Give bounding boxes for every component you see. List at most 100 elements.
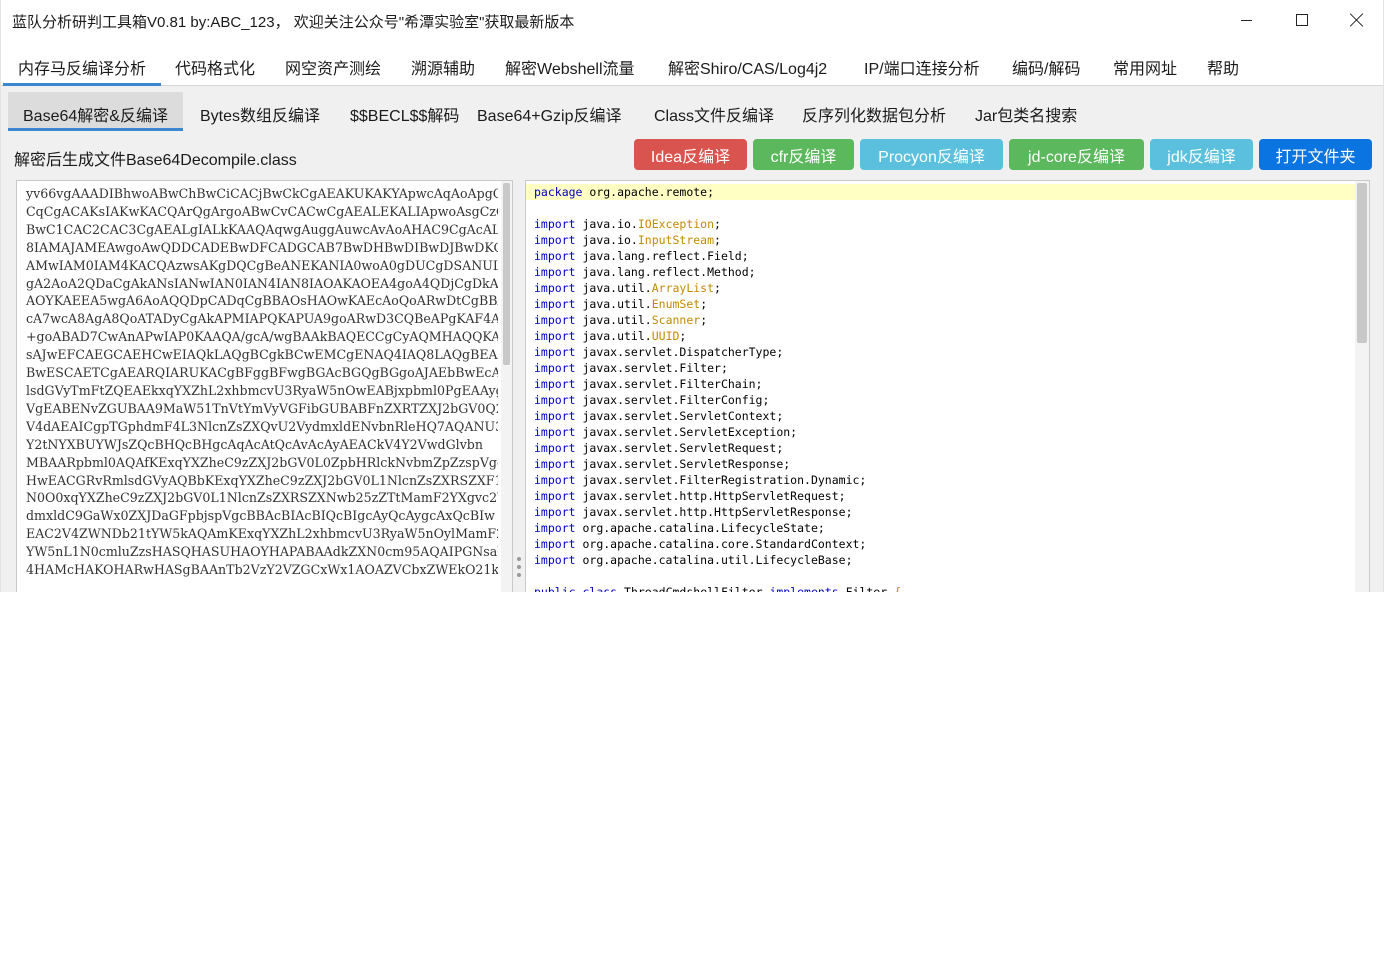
code-line: import org.apache.catalina.core.Standard… — [526, 536, 1356, 552]
open-folder-button[interactable]: 打开文件夹 — [1259, 139, 1372, 170]
code-class-name: ArrayList — [651, 281, 715, 295]
tab-ip-port-analysis[interactable]: IP/端口连接分析 — [849, 40, 995, 86]
code-line: import javax.servlet.DispatcherType; — [526, 344, 1356, 360]
panel-splitter[interactable] — [514, 555, 524, 579]
code-keyword: import — [534, 393, 576, 407]
decompile-toolbar: 解密后生成文件Base64Decompile.class Idea反编译 cfr… — [1, 135, 1383, 175]
close-button[interactable] — [1329, 0, 1383, 40]
tab-help[interactable]: 帮助 — [1192, 40, 1254, 86]
code-keyword: import — [534, 249, 576, 263]
maximize-icon — [1295, 14, 1308, 26]
code-line: package org.apache.remote; — [526, 184, 1356, 200]
code-text: javax.servlet.ServletContext; — [575, 409, 784, 423]
code-text: javax.servlet.FilterChain; — [575, 377, 763, 391]
code-text: Filter — [838, 585, 895, 592]
code-keyword: class — [582, 585, 618, 592]
base64-text[interactable]: yv66vgAAADIBhwoABwChBwCiCACjBwCkCgAEAKUK… — [26, 185, 498, 579]
code-keyword: import — [534, 505, 576, 519]
subtab-bytes-decompile[interactable]: Bytes数组反编译 — [185, 92, 335, 131]
input-scrollbar[interactable] — [501, 181, 512, 592]
code-text: ; — [714, 233, 721, 247]
code-class-name: InputStream — [637, 233, 715, 247]
code-text: org.apache.catalina.LifecycleState; — [575, 521, 825, 535]
code-class-name: { — [894, 585, 902, 592]
output-file-label: 解密后生成文件Base64Decompile.class — [14, 152, 297, 169]
code-text: javax.servlet.ServletResponse; — [575, 457, 791, 471]
maximize-button[interactable] — [1274, 0, 1329, 40]
code-line: import java.io.InputStream; — [526, 232, 1356, 248]
code-line: import javax.servlet.ServletContext; — [526, 408, 1356, 424]
code-class-name: IOException — [637, 217, 715, 231]
tab-common-urls[interactable]: 常用网址 — [1098, 40, 1192, 86]
code-text: java.lang.reflect.Method; — [575, 265, 756, 279]
code-line: import java.util.EnumSet; — [526, 296, 1356, 312]
code-keyword: import — [534, 489, 576, 503]
subtab-base64-gzip[interactable]: Base64+Gzip反编译 — [462, 92, 637, 131]
minimize-icon — [1241, 19, 1252, 21]
code-keyword: public — [534, 585, 576, 592]
code-line: import java.io.IOException; — [526, 216, 1356, 232]
splitter-grip-dot — [517, 565, 521, 569]
code-text: org.apache.remote; — [582, 185, 715, 199]
code-scrollbar[interactable] — [1355, 181, 1369, 592]
subtab-deserialize-analysis[interactable]: 反序列化数据包分析 — [787, 92, 961, 131]
title-bar[interactable]: 蓝队分析研判工具箱V0.81 by:ABC_123， 欢迎关注公众号"希潭实验室… — [1, 0, 1383, 40]
tab-memshell-decompile[interactable]: 内存马反编译分析 — [3, 40, 162, 86]
tab-encode-decode[interactable]: 编码/解码 — [997, 40, 1095, 86]
code-text: javax.servlet.ServletException; — [575, 425, 798, 439]
code-keyword: import — [534, 553, 576, 567]
base64-input-area[interactable]: yv66vgAAADIBhwoABwChBwCiCACjBwCkCgAEAKUK… — [16, 180, 513, 592]
tab-trace-assist[interactable]: 溯源辅助 — [396, 40, 490, 86]
code-line: import javax.servlet.Filter; — [526, 360, 1356, 376]
code-keyword: import — [534, 329, 576, 343]
subtab-becl-decode[interactable]: $$BECL$$解码 — [335, 92, 474, 131]
tab-code-format[interactable]: 代码格式化 — [160, 40, 270, 86]
input-scrollbar-thumb[interactable] — [503, 183, 510, 365]
subtab-class-decompile[interactable]: Class文件反编译 — [639, 92, 789, 131]
close-icon — [1350, 13, 1364, 27]
tab-asset-mapping[interactable]: 网空资产测绘 — [270, 40, 396, 86]
main-tab-bar: 内存马反编译分析 代码格式化 网空资产测绘 溯源辅助 解密Webshell流量 … — [1, 40, 1383, 86]
code-lines[interactable]: package org.apache.remote; import java.i… — [526, 184, 1356, 592]
code-class-name: Scanner — [651, 313, 701, 327]
code-text: java.io. — [575, 217, 638, 231]
subtab-base64-decompile[interactable]: Base64解密&反编译 — [8, 92, 183, 131]
jdcore-decompile-button[interactable]: jd-core反编译 — [1009, 139, 1144, 170]
code-line: import javax.servlet.FilterConfig; — [526, 392, 1356, 408]
code-scrollbar-thumb[interactable] — [1357, 183, 1367, 343]
code-text: javax.servlet.Filter; — [575, 361, 728, 375]
code-text: ThreadCmdshellFilter — [617, 585, 770, 592]
sub-tab-bar: Base64解密&反编译 Bytes数组反编译 $$BECL$$解码 Base6… — [1, 87, 1383, 132]
procyon-decompile-button[interactable]: Procyon反编译 — [860, 139, 1003, 170]
code-text: org.apache.catalina.util.LifecycleBase; — [575, 553, 853, 567]
code-keyword: implements — [769, 585, 839, 592]
code-keyword: import — [534, 233, 576, 247]
code-text: ; — [679, 329, 687, 343]
code-line: import javax.servlet.ServletRequest; — [526, 440, 1356, 456]
code-keyword: import — [534, 457, 576, 471]
code-keyword: import — [534, 409, 576, 423]
code-text: ; — [714, 217, 721, 231]
code-keyword: package — [534, 185, 583, 199]
code-line: import javax.servlet.ServletException; — [526, 424, 1356, 440]
code-text: java.util. — [575, 329, 652, 343]
window-title: 蓝队分析研判工具箱V0.81 by:ABC_123， 欢迎关注公众号"希潭实验室… — [12, 14, 575, 31]
subtab-jar-class-search[interactable]: Jar包类名搜索 — [960, 92, 1092, 131]
tab-webshell-decrypt[interactable]: 解密Webshell流量 — [490, 40, 650, 86]
tab-shiro-cas-log4j2[interactable]: 解密Shiro/CAS/Log4j2 — [653, 40, 842, 86]
jdk-decompile-button[interactable]: jdk反编译 — [1150, 139, 1253, 170]
code-keyword: import — [534, 425, 576, 439]
code-text: javax.servlet.http.HttpServletRequest; — [575, 489, 846, 503]
code-line: import java.util.ArrayList; — [526, 280, 1356, 296]
code-text: java.lang.reflect.Field; — [575, 249, 749, 263]
minimize-button[interactable] — [1219, 0, 1274, 40]
idea-decompile-button[interactable]: Idea反编译 — [634, 139, 747, 170]
decompiled-code-view[interactable]: package org.apache.remote; import java.i… — [525, 180, 1370, 592]
code-text: java.util. — [575, 313, 652, 327]
code-text: ; — [700, 313, 708, 327]
cfr-decompile-button[interactable]: cfr反编译 — [753, 139, 854, 170]
splitter-grip-dot — [517, 573, 521, 577]
code-class-name: UUID — [651, 329, 680, 343]
